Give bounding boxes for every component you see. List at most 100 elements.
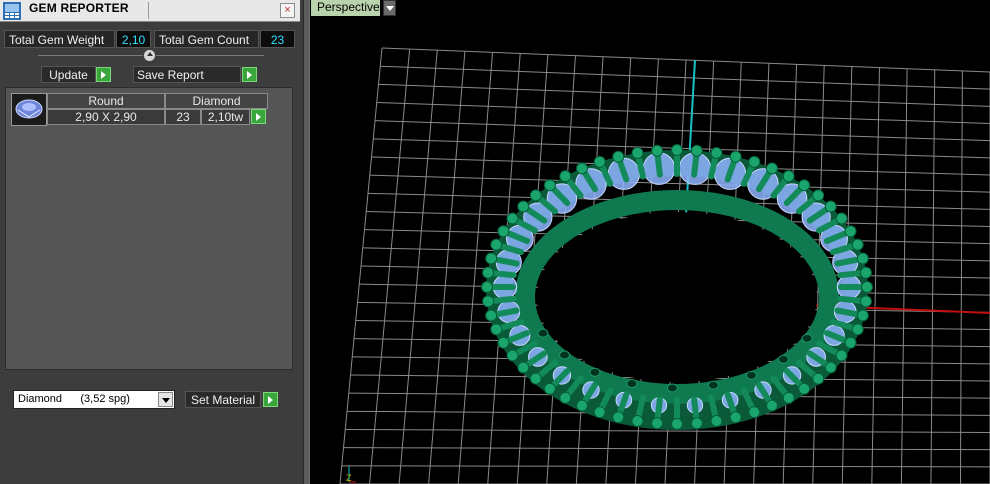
prong-bead [482, 266, 495, 279]
material-select-value: Diamond (3,52 spg) [18, 393, 130, 405]
title-separator [148, 2, 149, 19]
prong-bead [543, 382, 556, 395]
prong-bead [559, 170, 572, 183]
prong-bead [782, 391, 795, 404]
total-gem-count-label: Total Gem Count [154, 30, 259, 48]
prong-bead [631, 146, 644, 159]
prong-bead [844, 336, 857, 349]
gem-size-cell: 2,90 X 2,90 [47, 109, 165, 125]
prong-bead [710, 146, 723, 159]
prong-bead [612, 411, 625, 424]
prong-bead [490, 323, 503, 336]
band-hole [537, 328, 549, 338]
prong-bead [835, 212, 848, 225]
prong-bead [593, 406, 606, 419]
column-header-material: Diamond [165, 93, 268, 109]
prong-bead [485, 309, 498, 322]
prong-bead [856, 252, 869, 265]
prong-bead [559, 391, 572, 404]
prong-bead [748, 155, 761, 168]
total-gem-weight-value: 2,10 [116, 30, 151, 48]
ring-hole [537, 212, 817, 382]
close-icon[interactable]: × [280, 3, 295, 18]
prong-bead [671, 144, 683, 156]
prong-bead [851, 238, 864, 251]
prong-bead [766, 162, 778, 175]
gem-weight-cell: 2,10tw [201, 109, 250, 125]
gem-count-cell: 23 [165, 109, 201, 125]
prong-bead [631, 415, 644, 428]
prong-bead [766, 399, 778, 412]
prong-bead [612, 150, 625, 163]
prong-bead [835, 349, 848, 362]
column-header-shape: Round [47, 93, 165, 109]
band-hole [559, 350, 571, 360]
axis-triad-icon: Z [346, 466, 356, 483]
3d-viewport[interactable]: Z Perspective [310, 0, 990, 484]
window-title: GEM REPORTER [29, 1, 129, 15]
prong-bead [576, 399, 588, 412]
prong-bead [856, 309, 869, 322]
band-hole [666, 383, 678, 393]
chevron-down-icon[interactable] [158, 392, 173, 407]
prong-bead [576, 162, 588, 175]
prong-bead [812, 189, 825, 202]
prong-bead [651, 417, 664, 430]
prong-bead [851, 323, 864, 336]
prong-bead [497, 225, 510, 238]
update-button[interactable]: Update [41, 66, 96, 83]
band-hole [801, 333, 813, 343]
band-hole [745, 370, 757, 380]
prong-bead [798, 179, 811, 192]
prong-bead [729, 150, 742, 163]
round-gem-thumbnail-icon[interactable] [11, 93, 47, 126]
prong-bead [593, 155, 606, 168]
prong-bead [529, 372, 542, 385]
grid-line [341, 465, 990, 468]
save-report-button[interactable]: Save Report [133, 66, 241, 83]
prong-bead [782, 170, 795, 183]
set-material-button[interactable]: Set Material [185, 391, 261, 408]
prong-bead [824, 361, 837, 374]
band-hole [707, 380, 719, 390]
gem-list: Round Diamond 2,90 X 2,90 23 2,10tw [5, 87, 293, 370]
title-bar: GEM REPORTER × [0, 0, 300, 22]
prong-bead [859, 295, 872, 308]
prong-bead [859, 266, 872, 279]
view-mode-chevron-down-icon[interactable] [383, 0, 396, 16]
band-hole [589, 367, 601, 377]
material-select[interactable]: Diamond (3,52 spg) [13, 390, 175, 409]
prong-bead [482, 295, 495, 308]
view-mode-tab[interactable]: Perspective [311, 0, 380, 16]
set-material-play-arrow-icon[interactable] [263, 392, 278, 407]
prong-bead [506, 212, 519, 225]
prong-bead [812, 372, 825, 385]
prong-bead [844, 225, 857, 238]
prong-bead [748, 406, 761, 419]
total-gem-count-value: 23 [260, 30, 295, 48]
save-report-play-arrow-icon[interactable] [242, 67, 257, 82]
prong-bead [690, 144, 703, 157]
prong-bead [710, 415, 723, 428]
prong-bead [798, 382, 811, 395]
perspective-scene[interactable]: Z [310, 0, 990, 484]
prong-bead [485, 252, 498, 265]
slider-knob-icon[interactable] [143, 49, 156, 62]
prong-bead [671, 418, 683, 430]
prong-bead [506, 349, 519, 362]
prong-bead [824, 200, 837, 213]
gem-row-play-arrow-icon[interactable] [251, 109, 266, 124]
prong-bead [529, 189, 542, 202]
band-hole [626, 379, 638, 389]
panel-splitter[interactable] [303, 0, 310, 484]
prong-bead [490, 238, 503, 251]
update-play-arrow-icon[interactable] [96, 67, 111, 82]
prong-bead [861, 281, 873, 293]
prong-bead [651, 144, 664, 157]
prong-bead [543, 179, 556, 192]
total-gem-weight-label: Total Gem Weight [4, 30, 115, 48]
band-hole [777, 354, 789, 364]
prong-bead [517, 200, 530, 213]
prong-bead [729, 411, 742, 424]
gem-reporter-panel: GEM REPORTER × Total Gem Weight 2,10 Tot… [0, 0, 303, 484]
